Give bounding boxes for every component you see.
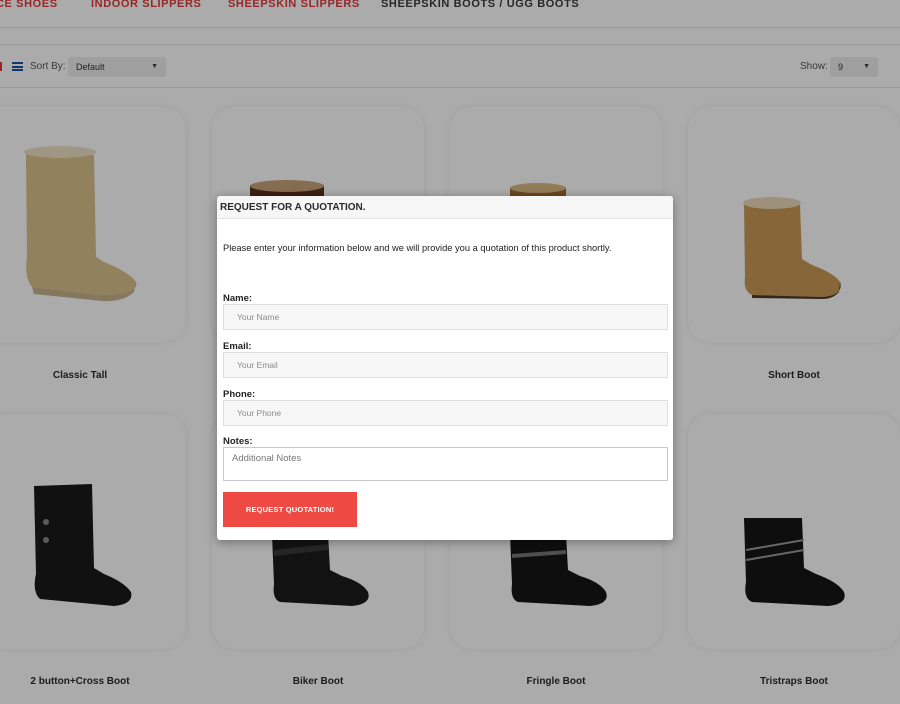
name-input[interactable] bbox=[223, 304, 668, 330]
modal-intro-text: Please enter your information below and … bbox=[223, 243, 612, 253]
quotation-modal: REQUEST FOR A QUOTATION. Please enter yo… bbox=[217, 196, 673, 540]
phone-input[interactable] bbox=[223, 400, 668, 426]
email-label: Email: bbox=[223, 341, 252, 352]
modal-title: REQUEST FOR A QUOTATION. bbox=[217, 196, 673, 219]
name-label: Name: bbox=[223, 293, 253, 304]
phone-label: Phone: bbox=[223, 389, 256, 400]
page: CE SHOES INDOOR SLIPPERS SHEEPSKIN SLIPP… bbox=[0, 0, 900, 704]
notes-label: Notes: bbox=[223, 436, 253, 447]
email-input[interactable] bbox=[223, 352, 668, 378]
request-quotation-button[interactable]: REQUEST QUOTATION! bbox=[223, 492, 357, 527]
notes-textarea[interactable] bbox=[223, 447, 668, 481]
